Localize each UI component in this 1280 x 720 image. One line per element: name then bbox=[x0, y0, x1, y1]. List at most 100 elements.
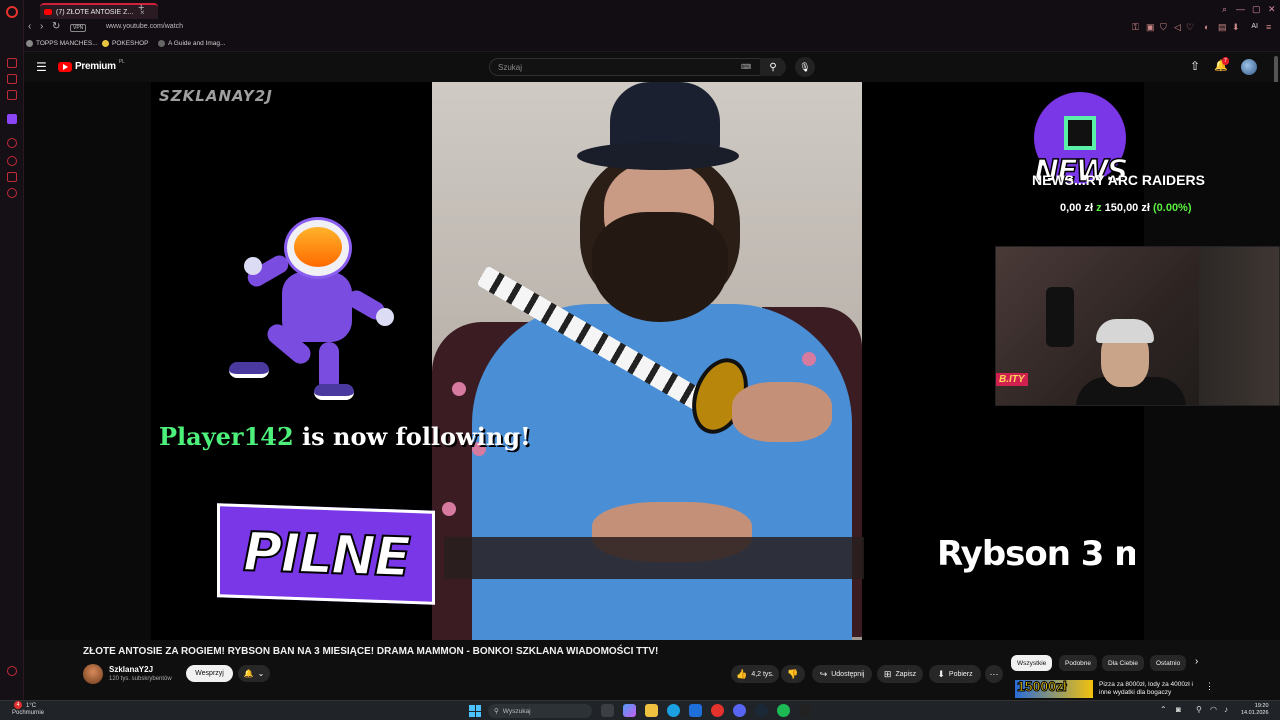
astronaut-alert-graphic bbox=[224, 212, 404, 402]
url-field[interactable]: www.youtube.com/watch bbox=[106, 23, 183, 30]
kimono-flower bbox=[452, 382, 466, 396]
astronaut-shoe bbox=[229, 362, 269, 378]
close-window-button[interactable]: ✕ bbox=[1268, 4, 1276, 15]
kick-k-icon bbox=[1064, 116, 1096, 150]
network-icon[interactable]: ⚲ bbox=[1196, 705, 1202, 714]
opera-icon[interactable] bbox=[711, 704, 724, 717]
video-player[interactable]: SZKLANAY2J Player142 is now following! P… bbox=[24, 82, 1280, 640]
new-tab-button[interactable]: + bbox=[138, 2, 144, 14]
back-icon[interactable]: ‹ bbox=[28, 21, 31, 32]
bookmarks-bar: TOPPS MANCHES... POKESHOP A Guide and Im… bbox=[24, 36, 1280, 52]
reload-icon[interactable]: ↻ bbox=[52, 21, 60, 32]
ai-button[interactable]: AI bbox=[1251, 23, 1258, 30]
maximize-button[interactable]: ▢ bbox=[1252, 4, 1261, 15]
astronaut-shoe bbox=[314, 384, 354, 400]
channel-avatar[interactable] bbox=[83, 664, 103, 684]
channel-name[interactable]: SzklanaY2J bbox=[109, 665, 153, 674]
vpn-badge[interactable]: VPN bbox=[70, 24, 87, 32]
tray-app-icon[interactable]: ◙ bbox=[1176, 705, 1181, 714]
sidebar-bookmark-icon[interactable] bbox=[7, 90, 17, 100]
youtube-logo[interactable]: Premium PL bbox=[58, 59, 125, 72]
sidebar-ai-icon[interactable] bbox=[7, 58, 17, 68]
obs-icon[interactable] bbox=[799, 704, 812, 717]
voice-search-button[interactable]: 🎙 bbox=[795, 57, 815, 77]
sidebar-clock-icon[interactable] bbox=[7, 156, 17, 166]
save-button[interactable]: ⊞ Zapisz bbox=[877, 665, 923, 683]
opera-logo-icon[interactable] bbox=[6, 6, 18, 18]
security-icon[interactable]: ⚿ bbox=[1132, 22, 1139, 33]
goal-title: NEWS...RY ARC RAIDERS bbox=[1032, 172, 1205, 188]
chip-for-you[interactable]: Dla Ciebie bbox=[1102, 655, 1144, 671]
chip-recent[interactable]: Ostatnio bbox=[1150, 655, 1187, 671]
system-clock[interactable]: 19:20 14.01.2026 bbox=[1241, 703, 1269, 717]
save-label: Zapisz bbox=[895, 670, 917, 678]
chips-next-icon[interactable]: › bbox=[1195, 656, 1198, 667]
bookmark-item[interactable]: POKESHOP bbox=[102, 40, 148, 47]
keyboard-icon[interactable]: ⌨ bbox=[741, 63, 751, 71]
sidebar-send-icon[interactable] bbox=[7, 172, 17, 182]
copilot-icon[interactable] bbox=[623, 704, 636, 717]
account-avatar[interactable] bbox=[1241, 59, 1257, 75]
send-icon[interactable]: ◁ bbox=[1174, 22, 1181, 33]
share-button[interactable]: ↪ Udostępnij bbox=[812, 665, 872, 683]
create-upload-icon[interactable]: ⇧ bbox=[1190, 59, 1200, 73]
support-button[interactable]: Wesprzyj bbox=[186, 665, 233, 682]
like-button[interactable]: 👍 4,2 tys. bbox=[731, 665, 779, 683]
menu-icon[interactable]: ≡ bbox=[1266, 22, 1271, 32]
recommendation-title[interactable]: Pizza za 8000zł, lody za 4000zł i inne w… bbox=[1099, 681, 1199, 697]
sidebar-more-icon[interactable] bbox=[7, 666, 17, 676]
chip-similar[interactable]: Podobne bbox=[1059, 655, 1098, 671]
weather-desc: Pochmurnie bbox=[12, 710, 45, 716]
address-bar: ‹ › ↻ VPN www.youtube.com/watch ⚿ ▣ ⛉ ◁ … bbox=[24, 20, 1280, 36]
windows-start-icon[interactable] bbox=[469, 705, 481, 717]
streamer-cap bbox=[1096, 319, 1154, 343]
heart-icon[interactable]: ♡ bbox=[1186, 22, 1194, 33]
sidebar-twitch-icon[interactable] bbox=[7, 114, 17, 124]
recommendation-thumbnail[interactable]: 15000zł bbox=[1015, 680, 1093, 698]
goal-current: 0,00 zł bbox=[1060, 202, 1094, 214]
thumbs-up-icon: 👍 bbox=[736, 668, 748, 679]
search-button[interactable]: ⚲ bbox=[760, 58, 786, 76]
wifi-icon[interactable]: ◠ bbox=[1210, 705, 1217, 714]
channel-watermark: SZKLANAY2J bbox=[159, 87, 273, 105]
tray-chevron-icon[interactable]: ⌃ bbox=[1160, 705, 1167, 714]
download-button[interactable]: ⬇ Pobierz bbox=[929, 665, 981, 683]
pokeball-icon bbox=[102, 40, 109, 47]
edge-icon[interactable] bbox=[667, 704, 680, 717]
shield-icon[interactable]: ⛉ bbox=[1160, 22, 1167, 33]
download-icon[interactable]: ⬇ bbox=[1232, 22, 1240, 33]
sidebar-settings-icon[interactable] bbox=[7, 188, 17, 198]
more-actions-button[interactable]: ⋯ bbox=[985, 665, 1003, 683]
hamburger-menu-icon[interactable]: ☰ bbox=[36, 60, 47, 74]
thumbnail-text: 15000zł bbox=[1017, 680, 1068, 695]
forward-icon[interactable]: › bbox=[40, 21, 43, 32]
weather-widget[interactable]: 1°C Pochmurnie bbox=[12, 703, 44, 717]
discord-icon[interactable] bbox=[733, 704, 746, 717]
taskbar-search[interactable]: ⚲ Wyszukaj bbox=[488, 704, 592, 718]
extensions-icon[interactable]: ▤ bbox=[1218, 22, 1227, 33]
bookmark-item[interactable]: TOPPS MANCHES... bbox=[26, 40, 98, 47]
snapshot-icon[interactable]: ▣ bbox=[1146, 22, 1155, 33]
chip-all[interactable]: Wszystkie bbox=[1011, 655, 1053, 671]
volume-icon[interactable]: ♪ bbox=[1224, 705, 1228, 714]
messages-icon[interactable]: ◐ bbox=[1204, 22, 1209, 32]
sidebar-messenger-icon[interactable] bbox=[7, 74, 17, 84]
more-vertical-icon[interactable]: ⋮ bbox=[1205, 681, 1214, 692]
windows-taskbar: 4 1°C Pochmurnie ⚲ Wyszukaj ⌃ ◙ ⚲ ◠ ♪ 19:2… bbox=[0, 700, 1280, 720]
subscription-bell-button[interactable]: 🔔 ⌄ bbox=[238, 665, 270, 682]
webcam-overlay: B.ITY bbox=[995, 246, 1280, 406]
search-input[interactable]: Szukaj bbox=[489, 58, 781, 76]
dislike-button[interactable]: 👎 bbox=[781, 665, 805, 683]
bookmark-item[interactable]: A Guide and Imag... bbox=[158, 40, 225, 47]
webcam-background bbox=[1199, 247, 1279, 405]
task-view-icon[interactable] bbox=[601, 704, 614, 717]
youtube-play-icon bbox=[58, 61, 72, 72]
search-tabs-icon[interactable]: ⌕ bbox=[1222, 4, 1227, 15]
taskbar-search-label: Wyszukaj bbox=[502, 707, 531, 715]
minimize-button[interactable]: — bbox=[1236, 4, 1245, 14]
file-explorer-icon[interactable] bbox=[645, 704, 658, 717]
sidebar-history-icon[interactable] bbox=[7, 138, 17, 148]
spotify-icon[interactable] bbox=[777, 704, 790, 717]
steam-icon[interactable] bbox=[755, 704, 768, 717]
store-icon[interactable] bbox=[689, 704, 702, 717]
